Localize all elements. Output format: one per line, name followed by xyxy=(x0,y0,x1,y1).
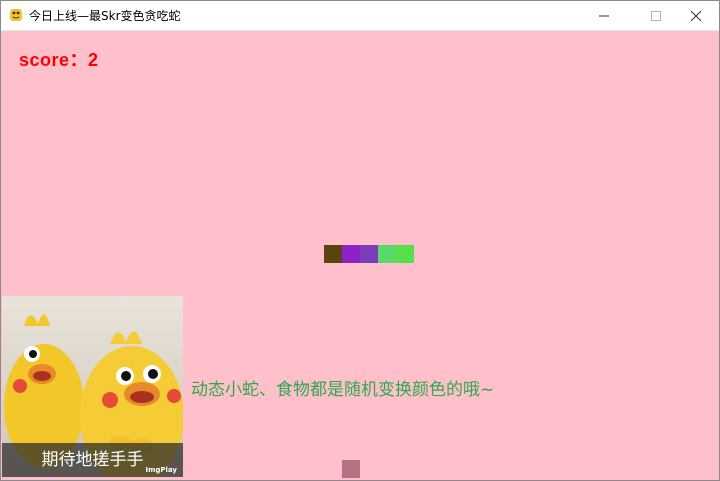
snake-segment xyxy=(324,245,342,263)
minimize-icon xyxy=(599,15,609,16)
minimize-button[interactable] xyxy=(581,1,627,30)
hint-text: 动态小蛇、食物都是随机变换颜色的哦~ xyxy=(191,380,495,400)
python-snake-icon xyxy=(10,9,22,21)
meme-image: 期待地搓手手 ImgPlay xyxy=(2,296,183,477)
game-window: 今日上线—最Skr变色贪吃蛇 score：2 期待地搓手手 ImgPlay 动态… xyxy=(0,0,720,481)
title-bar[interactable]: 今日上线—最Skr变色贪吃蛇 xyxy=(1,1,719,31)
snake-segment xyxy=(378,245,396,263)
snake-segment xyxy=(396,245,414,263)
meme-watermark: ImgPlay xyxy=(145,466,177,474)
food-block xyxy=(342,460,360,478)
window-title: 今日上线—最Skr变色贪吃蛇 xyxy=(29,9,181,23)
snake-segment xyxy=(360,245,378,263)
snake-segment xyxy=(342,245,360,263)
game-canvas[interactable]: score：2 期待地搓手手 ImgPlay 动态小蛇、食物都是随机变换颜色的哦… xyxy=(1,31,719,480)
close-icon xyxy=(690,10,702,21)
close-button[interactable] xyxy=(673,1,719,30)
maximize-icon xyxy=(651,10,661,21)
score-label: score：2 xyxy=(19,50,99,70)
